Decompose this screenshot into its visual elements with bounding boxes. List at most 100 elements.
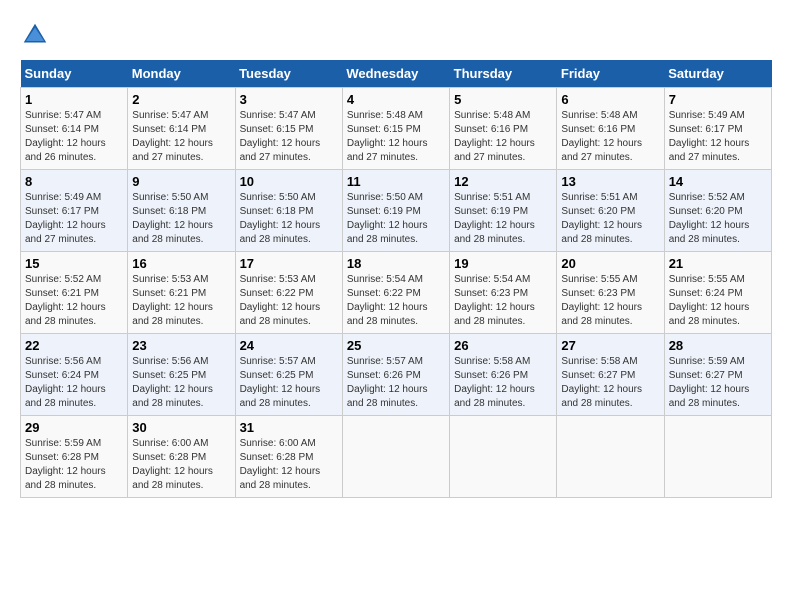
calendar-cell: 4 Sunrise: 5:48 AM Sunset: 6:15 PM Dayli… [342, 88, 449, 170]
calendar-cell: 13 Sunrise: 5:51 AM Sunset: 6:20 PM Dayl… [557, 170, 664, 252]
day-info: Sunrise: 6:00 AM Sunset: 6:28 PM Dayligh… [240, 437, 338, 493]
calendar-week-row: 8 Sunrise: 5:49 AM Sunset: 6:17 PM Dayli… [21, 170, 772, 252]
header-thursday: Thursday [450, 60, 557, 88]
calendar-week-row: 15 Sunrise: 5:52 AM Sunset: 6:21 PM Dayl… [21, 252, 772, 334]
calendar-cell: 16 Sunrise: 5:53 AM Sunset: 6:21 PM Dayl… [128, 252, 235, 334]
day-info: Sunrise: 5:51 AM Sunset: 6:19 PM Dayligh… [454, 191, 552, 247]
calendar-cell: 21 Sunrise: 5:55 AM Sunset: 6:24 PM Dayl… [664, 252, 771, 334]
day-info: Sunrise: 5:48 AM Sunset: 6:15 PM Dayligh… [347, 109, 445, 165]
day-info: Sunrise: 5:53 AM Sunset: 6:22 PM Dayligh… [240, 273, 338, 329]
calendar-table: SundayMondayTuesdayWednesdayThursdayFrid… [20, 60, 772, 498]
day-number: 3 [240, 92, 338, 107]
day-number: 16 [132, 256, 230, 271]
calendar-cell: 28 Sunrise: 5:59 AM Sunset: 6:27 PM Dayl… [664, 334, 771, 416]
calendar-week-row: 29 Sunrise: 5:59 AM Sunset: 6:28 PM Dayl… [21, 416, 772, 498]
day-info: Sunrise: 5:57 AM Sunset: 6:25 PM Dayligh… [240, 355, 338, 411]
calendar-cell [664, 416, 771, 498]
day-info: Sunrise: 5:52 AM Sunset: 6:21 PM Dayligh… [25, 273, 123, 329]
day-number: 31 [240, 420, 338, 435]
calendar-cell: 2 Sunrise: 5:47 AM Sunset: 6:14 PM Dayli… [128, 88, 235, 170]
calendar-cell: 3 Sunrise: 5:47 AM Sunset: 6:15 PM Dayli… [235, 88, 342, 170]
day-number: 5 [454, 92, 552, 107]
day-info: Sunrise: 5:54 AM Sunset: 6:22 PM Dayligh… [347, 273, 445, 329]
header-sunday: Sunday [21, 60, 128, 88]
day-number: 13 [561, 174, 659, 189]
day-number: 4 [347, 92, 445, 107]
day-info: Sunrise: 5:49 AM Sunset: 6:17 PM Dayligh… [669, 109, 767, 165]
day-info: Sunrise: 5:55 AM Sunset: 6:23 PM Dayligh… [561, 273, 659, 329]
calendar-cell: 6 Sunrise: 5:48 AM Sunset: 6:16 PM Dayli… [557, 88, 664, 170]
calendar-cell: 22 Sunrise: 5:56 AM Sunset: 6:24 PM Dayl… [21, 334, 128, 416]
day-number: 23 [132, 338, 230, 353]
day-number: 11 [347, 174, 445, 189]
day-number: 8 [25, 174, 123, 189]
calendar-cell: 9 Sunrise: 5:50 AM Sunset: 6:18 PM Dayli… [128, 170, 235, 252]
calendar-cell: 27 Sunrise: 5:58 AM Sunset: 6:27 PM Dayl… [557, 334, 664, 416]
header-monday: Monday [128, 60, 235, 88]
calendar-cell: 29 Sunrise: 5:59 AM Sunset: 6:28 PM Dayl… [21, 416, 128, 498]
day-number: 1 [25, 92, 123, 107]
header-wednesday: Wednesday [342, 60, 449, 88]
header-friday: Friday [557, 60, 664, 88]
logo [20, 20, 54, 50]
day-info: Sunrise: 5:53 AM Sunset: 6:21 PM Dayligh… [132, 273, 230, 329]
calendar-cell [557, 416, 664, 498]
day-info: Sunrise: 5:54 AM Sunset: 6:23 PM Dayligh… [454, 273, 552, 329]
day-number: 15 [25, 256, 123, 271]
day-info: Sunrise: 5:58 AM Sunset: 6:27 PM Dayligh… [561, 355, 659, 411]
day-number: 21 [669, 256, 767, 271]
calendar-cell: 17 Sunrise: 5:53 AM Sunset: 6:22 PM Dayl… [235, 252, 342, 334]
calendar-cell: 26 Sunrise: 5:58 AM Sunset: 6:26 PM Dayl… [450, 334, 557, 416]
logo-icon [20, 20, 50, 50]
day-info: Sunrise: 5:51 AM Sunset: 6:20 PM Dayligh… [561, 191, 659, 247]
page-header [20, 20, 772, 50]
day-number: 26 [454, 338, 552, 353]
day-info: Sunrise: 5:47 AM Sunset: 6:14 PM Dayligh… [132, 109, 230, 165]
calendar-cell [342, 416, 449, 498]
day-number: 27 [561, 338, 659, 353]
calendar-cell: 8 Sunrise: 5:49 AM Sunset: 6:17 PM Dayli… [21, 170, 128, 252]
header-tuesday: Tuesday [235, 60, 342, 88]
day-info: Sunrise: 5:59 AM Sunset: 6:27 PM Dayligh… [669, 355, 767, 411]
day-number: 20 [561, 256, 659, 271]
calendar-cell: 30 Sunrise: 6:00 AM Sunset: 6:28 PM Dayl… [128, 416, 235, 498]
calendar-cell: 15 Sunrise: 5:52 AM Sunset: 6:21 PM Dayl… [21, 252, 128, 334]
day-info: Sunrise: 5:52 AM Sunset: 6:20 PM Dayligh… [669, 191, 767, 247]
day-number: 30 [132, 420, 230, 435]
day-number: 22 [25, 338, 123, 353]
day-info: Sunrise: 5:50 AM Sunset: 6:18 PM Dayligh… [240, 191, 338, 247]
day-number: 29 [25, 420, 123, 435]
calendar-cell: 20 Sunrise: 5:55 AM Sunset: 6:23 PM Dayl… [557, 252, 664, 334]
day-info: Sunrise: 5:56 AM Sunset: 6:24 PM Dayligh… [25, 355, 123, 411]
day-info: Sunrise: 5:58 AM Sunset: 6:26 PM Dayligh… [454, 355, 552, 411]
day-number: 28 [669, 338, 767, 353]
day-number: 17 [240, 256, 338, 271]
day-number: 19 [454, 256, 552, 271]
calendar-cell: 31 Sunrise: 6:00 AM Sunset: 6:28 PM Dayl… [235, 416, 342, 498]
calendar-cell: 5 Sunrise: 5:48 AM Sunset: 6:16 PM Dayli… [450, 88, 557, 170]
calendar-cell [450, 416, 557, 498]
day-info: Sunrise: 5:59 AM Sunset: 6:28 PM Dayligh… [25, 437, 123, 493]
calendar-cell: 19 Sunrise: 5:54 AM Sunset: 6:23 PM Dayl… [450, 252, 557, 334]
day-info: Sunrise: 5:57 AM Sunset: 6:26 PM Dayligh… [347, 355, 445, 411]
day-number: 7 [669, 92, 767, 107]
calendar-week-row: 22 Sunrise: 5:56 AM Sunset: 6:24 PM Dayl… [21, 334, 772, 416]
calendar-cell: 12 Sunrise: 5:51 AM Sunset: 6:19 PM Dayl… [450, 170, 557, 252]
calendar-cell: 24 Sunrise: 5:57 AM Sunset: 6:25 PM Dayl… [235, 334, 342, 416]
day-info: Sunrise: 5:48 AM Sunset: 6:16 PM Dayligh… [561, 109, 659, 165]
calendar-cell: 18 Sunrise: 5:54 AM Sunset: 6:22 PM Dayl… [342, 252, 449, 334]
day-info: Sunrise: 5:49 AM Sunset: 6:17 PM Dayligh… [25, 191, 123, 247]
calendar-cell: 14 Sunrise: 5:52 AM Sunset: 6:20 PM Dayl… [664, 170, 771, 252]
header-saturday: Saturday [664, 60, 771, 88]
day-number: 10 [240, 174, 338, 189]
day-info: Sunrise: 5:50 AM Sunset: 6:19 PM Dayligh… [347, 191, 445, 247]
day-number: 18 [347, 256, 445, 271]
calendar-week-row: 1 Sunrise: 5:47 AM Sunset: 6:14 PM Dayli… [21, 88, 772, 170]
day-number: 6 [561, 92, 659, 107]
calendar-cell: 1 Sunrise: 5:47 AM Sunset: 6:14 PM Dayli… [21, 88, 128, 170]
day-info: Sunrise: 5:56 AM Sunset: 6:25 PM Dayligh… [132, 355, 230, 411]
day-number: 25 [347, 338, 445, 353]
day-info: Sunrise: 5:50 AM Sunset: 6:18 PM Dayligh… [132, 191, 230, 247]
day-number: 2 [132, 92, 230, 107]
day-info: Sunrise: 6:00 AM Sunset: 6:28 PM Dayligh… [132, 437, 230, 493]
